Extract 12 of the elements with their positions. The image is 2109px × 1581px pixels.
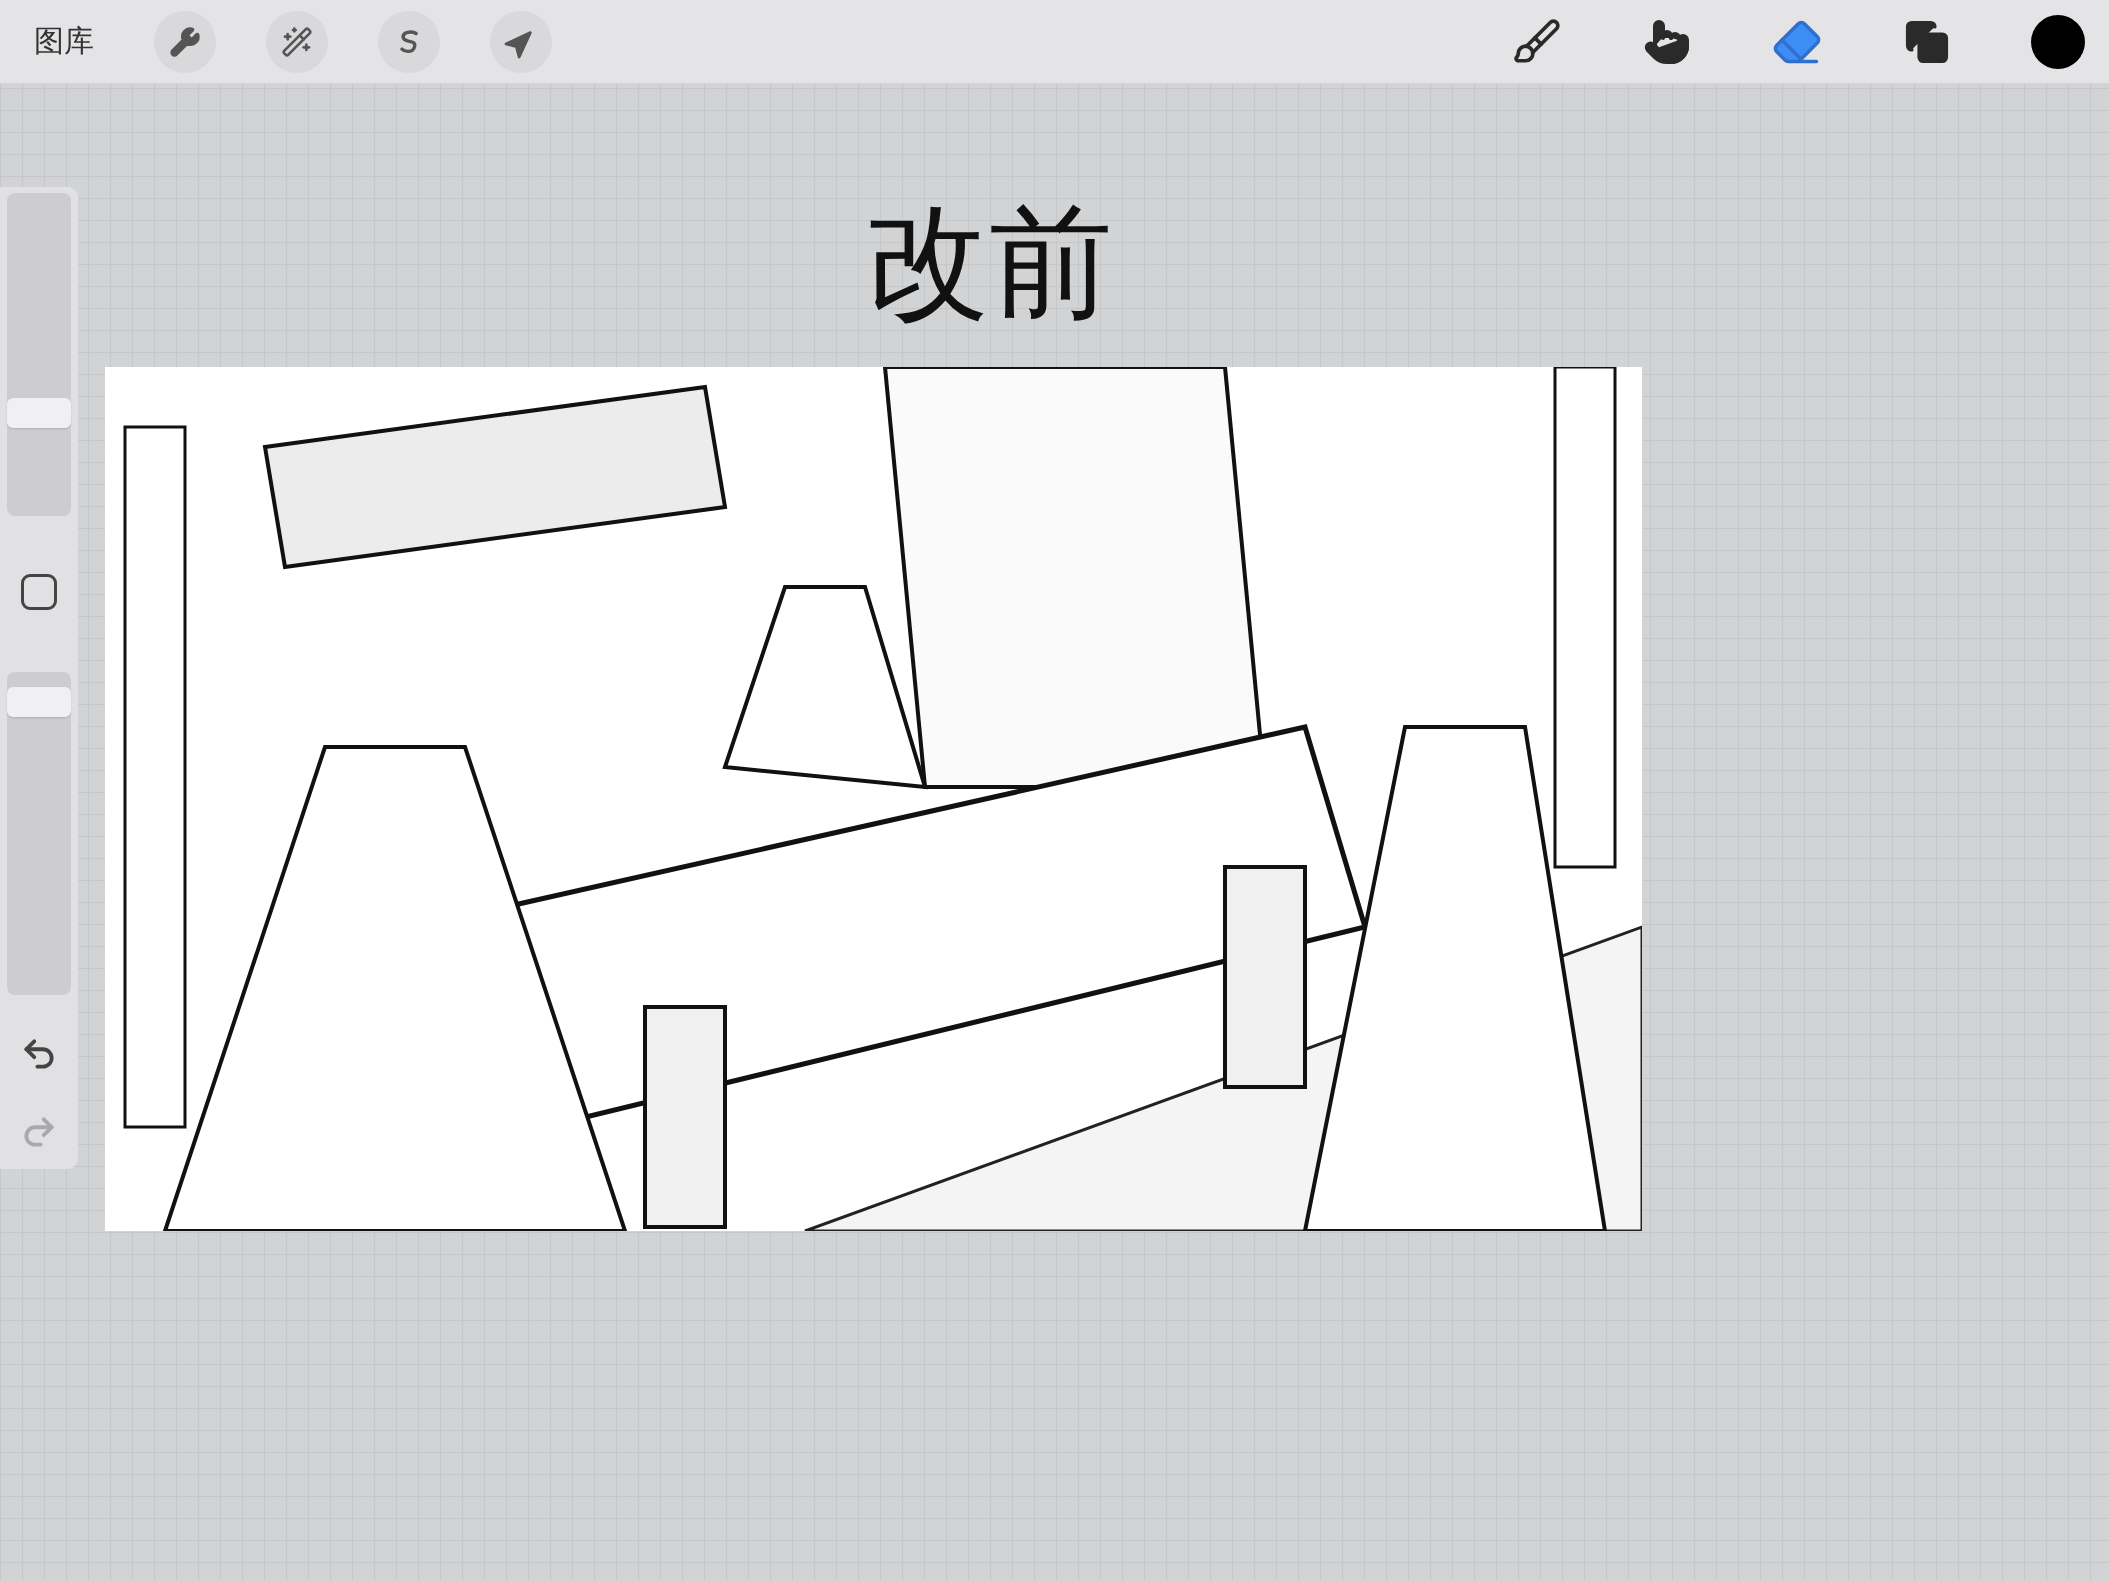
- slider-thumb[interactable]: [7, 398, 71, 429]
- opacity-slider[interactable]: [7, 672, 71, 995]
- finger-icon: [1643, 17, 1691, 66]
- magic-wand-icon: [281, 25, 313, 58]
- layers-icon: [1904, 18, 1950, 65]
- gallery-button[interactable]: 图库: [34, 21, 94, 62]
- wrench-icon: [169, 25, 201, 58]
- modify-button[interactable]: [21, 574, 57, 610]
- slider-thumb[interactable]: [7, 686, 71, 717]
- canvas-title: 改前: [865, 189, 1113, 336]
- brush-size-slider[interactable]: [7, 193, 71, 516]
- color-swatch[interactable]: [2031, 14, 2085, 69]
